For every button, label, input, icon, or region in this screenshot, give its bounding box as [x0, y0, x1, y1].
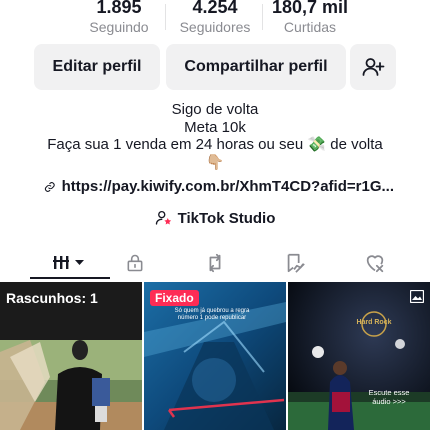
tab-private[interactable]	[105, 246, 165, 280]
video-image	[288, 282, 430, 430]
video-grid: Rascunhos: 1 Fixado Só quem já quebrou a…	[0, 282, 430, 430]
saved-icon	[287, 253, 305, 273]
repost-icon	[209, 253, 221, 273]
likes-label: Curtidas	[283, 19, 337, 35]
money-emoji: 💸	[307, 136, 327, 153]
videos-grid-icon	[53, 256, 84, 269]
active-tab-indicator	[30, 277, 110, 279]
stat-followers[interactable]: 4.254 Seguidores	[160, 0, 270, 35]
pinned-video-thumbnail[interactable]: Fixado Só quem já quebrou a regra número…	[144, 282, 286, 430]
bio-link[interactable]: https://pay.kiwify.com.br/XhmT4CD?afid=r…	[44, 178, 394, 195]
add-friend-button[interactable]	[350, 44, 396, 90]
tab-reposts[interactable]	[185, 246, 245, 280]
tiktok-studio-label: TikTok Studio	[177, 209, 276, 227]
brand-logo: Hard Rock	[356, 319, 392, 326]
likes-count: 180,7 mil	[271, 0, 349, 17]
edit-profile-button[interactable]: Editar perfil	[34, 44, 160, 90]
tiktok-studio-link[interactable]: TikTok Studio	[0, 209, 430, 227]
stats-row: 1.895 Seguindo 4.254 Seguidores 180,7 mi…	[0, 0, 430, 40]
pointing-down-emoji: 👇🏼	[205, 153, 225, 171]
tab-videos[interactable]	[30, 246, 110, 280]
stat-likes[interactable]: 180,7 mil Curtidas	[255, 0, 365, 35]
pinned-video-caption: Só quem já quebrou a regra número 1 pode…	[174, 308, 250, 321]
share-profile-button[interactable]: Compartilhar perfil	[166, 44, 346, 90]
tab-saved[interactable]	[265, 246, 325, 280]
liked-icon	[366, 255, 384, 273]
drafts-label: Rascunhos: 1	[6, 290, 98, 306]
tab-liked[interactable]	[345, 246, 405, 280]
drafts-thumbnail[interactable]: Rascunhos: 1	[0, 282, 142, 430]
bio-link-text: https://pay.kiwify.com.br/XhmT4CD?afid=r…	[61, 178, 394, 195]
profile-bio: Sigo de volta Meta 10k Faça sua 1 venda …	[0, 101, 430, 171]
bio-line: Faça sua 1 venda em 24 horas ou seu 💸 de…	[0, 136, 430, 154]
bio-text: de volta	[330, 136, 383, 153]
followers-count: 4.254	[192, 0, 238, 17]
link-icon	[44, 181, 55, 192]
bio-text: Faça sua 1 venda em 24 horas ou seu	[47, 136, 304, 153]
audio-prompt: Escute esse áudio >>>	[368, 388, 410, 406]
following-label: Seguindo	[89, 19, 149, 35]
stat-following[interactable]: 1.895 Seguindo	[64, 0, 174, 35]
following-count: 1.895	[96, 0, 142, 17]
pinned-badge: Fixado	[150, 290, 199, 306]
image-post-icon	[409, 289, 425, 308]
lock-icon	[127, 254, 143, 272]
person-star-icon	[155, 210, 171, 225]
add-user-icon	[362, 58, 385, 76]
bio-line: Meta 10k	[184, 118, 246, 136]
video-thumbnail[interactable]: Hard Rock Escute esse áudio >>>	[288, 282, 430, 430]
profile-tabs	[0, 246, 430, 282]
bio-line: Sigo de volta	[171, 101, 259, 118]
followers-label: Seguidores	[179, 19, 251, 35]
